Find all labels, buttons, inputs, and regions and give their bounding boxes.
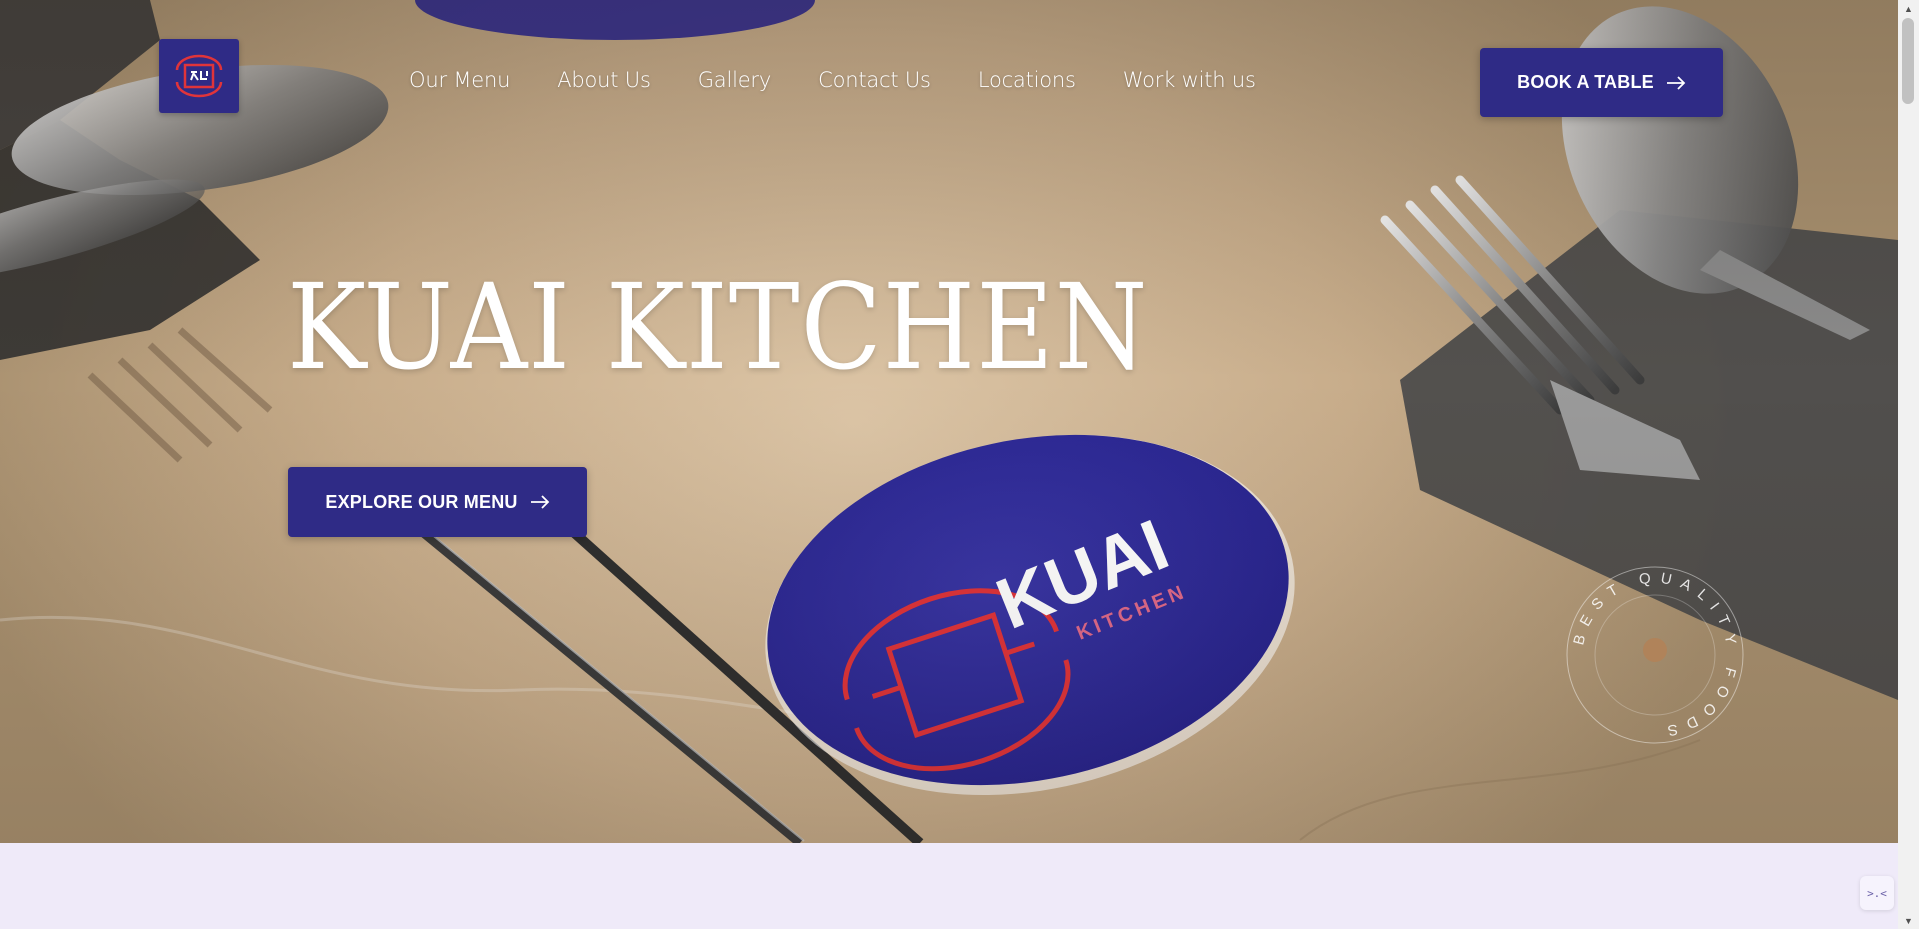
arrow-right-icon [530, 495, 549, 509]
scrollbar-thumb[interactable] [1902, 18, 1914, 104]
nav-item-locations[interactable]: Locations [978, 68, 1076, 92]
kuai-logo[interactable] [159, 39, 239, 113]
book-table-label: BOOK A TABLE [1517, 72, 1654, 92]
nav-item-contact-us[interactable]: Contact Us [818, 68, 931, 92]
arrow-right-icon [1666, 75, 1686, 90]
next-section [0, 843, 1898, 929]
chat-widget-icon: >.< [1867, 886, 1887, 900]
kuai-logo-icon [175, 54, 223, 98]
explore-menu-label: EXPLORE OUR MENU [325, 491, 518, 512]
book-table-button[interactable]: BOOK A TABLE [1480, 48, 1723, 117]
chat-widget-button[interactable]: >.< [1860, 876, 1894, 910]
hero-title: KUAI KITCHEN [287, 258, 1149, 396]
page-scrollbar[interactable]: ▲ ▼ [1898, 0, 1919, 929]
main-nav: Our Menu About Us Gallery Contact Us Loc… [409, 68, 1303, 92]
nav-item-work-with-us[interactable]: Work with us [1123, 68, 1256, 92]
scroll-up-arrow-icon[interactable]: ▲ [1898, 0, 1919, 17]
best-quality-foods-badge: BEST QUALITY FOODS [1566, 566, 1744, 744]
nav-item-about-us[interactable]: About Us [557, 68, 651, 92]
nav-item-our-menu[interactable]: Our Menu [409, 68, 510, 92]
explore-menu-button[interactable]: EXPLORE OUR MENU [288, 467, 587, 537]
nav-item-gallery[interactable]: Gallery [698, 68, 772, 92]
scroll-down-arrow-icon[interactable]: ▼ [1898, 912, 1919, 929]
